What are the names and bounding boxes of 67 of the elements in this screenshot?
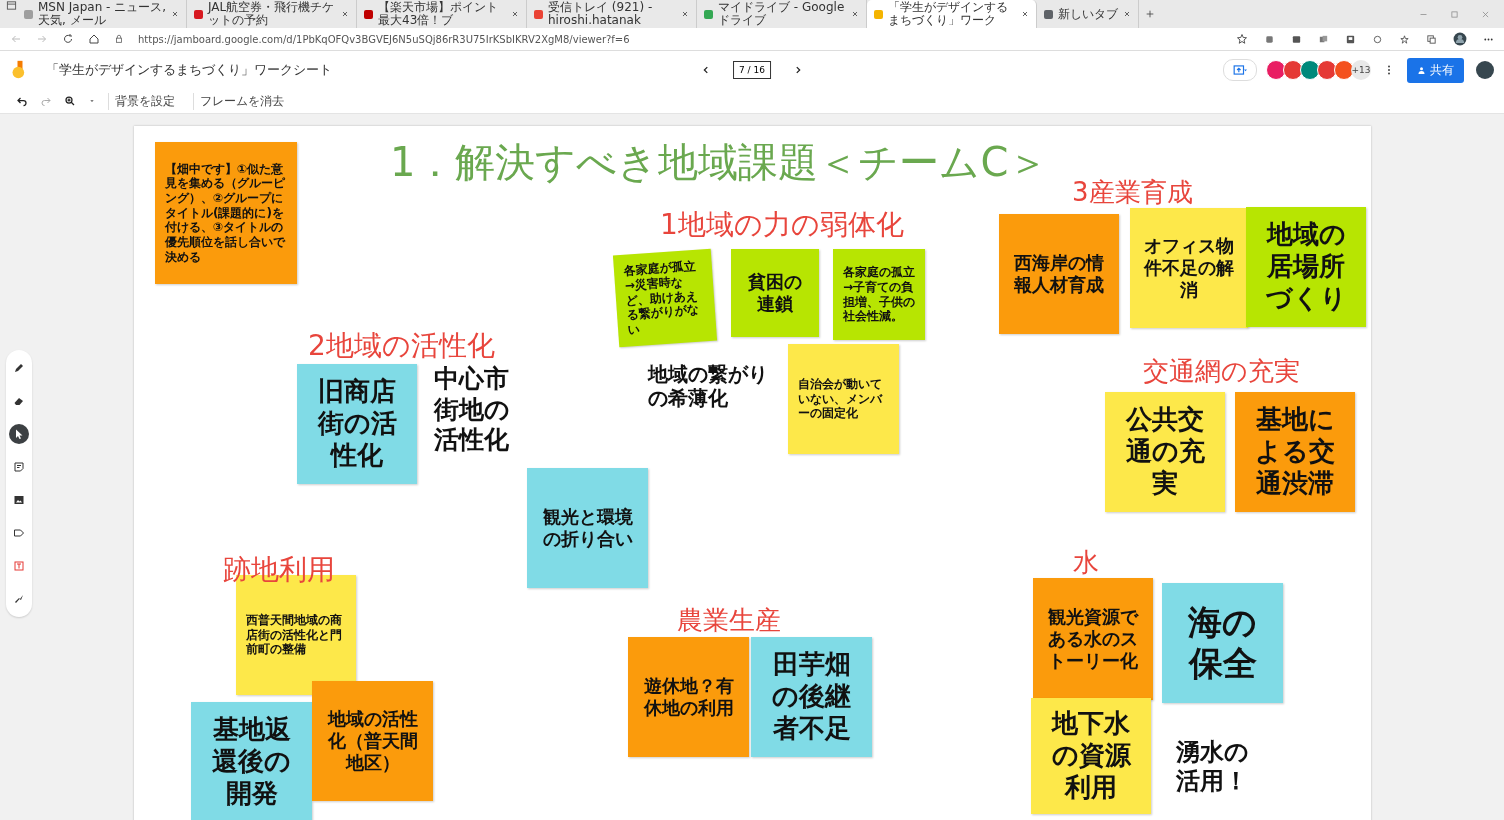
home-icon[interactable] [88,33,100,45]
close-icon[interactable] [511,10,519,18]
sticky-note[interactable]: 基地による交通渋滞 [1235,392,1355,512]
sticky-note[interactable]: 海の保全 [1162,583,1283,703]
heading: 1．解決すべき地域課題＜チームC＞ [390,140,1049,184]
document-title[interactable]: 「学生がデザインするまちづくり」ワークシート [46,61,332,79]
url-text[interactable]: https://jamboard.google.com/d/1PbKqOFQv3BGVEJ6N5uSQj86rR3U75IrKSbIKRV2XgM8/viewer?f=6 [138,33,630,45]
person-icon [1417,65,1426,75]
sticky-note[interactable]: オフィス物件不足の解消 [1130,208,1248,328]
sticky-note[interactable]: 田芋畑の後継者不足 [751,637,872,757]
collaborator-avatar[interactable] [1334,60,1354,80]
star-icon[interactable] [1236,33,1248,45]
text-label: 地域の繋がりの希薄化 [648,362,769,411]
extension-icon[interactable] [1291,33,1302,45]
close-icon[interactable] [171,10,179,18]
sticky-note[interactable]: 観光資源である水のストーリー化 [1033,578,1153,700]
extension-icon[interactable] [1264,33,1275,45]
share-button[interactable]: 共有 [1407,57,1464,83]
reload-icon[interactable] [62,33,74,45]
text-label: 中心市街地の活性化 [434,364,511,456]
heading: 交通網の充実 [1143,357,1300,386]
toolbar-button[interactable]: 背景を設定 [108,92,181,110]
extension-icon[interactable] [1345,33,1356,45]
sticky-note[interactable]: 公共交通の充実 [1105,392,1225,512]
frame-indicator[interactable]: 7 / 16 [733,61,771,79]
undo-icon[interactable] [16,95,28,107]
sticky-note[interactable]: 旧商店街の活性化 [297,364,417,484]
user-avatar[interactable] [1476,61,1494,79]
close-icon[interactable] [341,10,349,18]
sticky-note[interactable]: 西海岸の情報人材育成 [999,214,1119,334]
heading: 2地域の活性化 [308,331,495,362]
sticky-note[interactable]: 各家庭の孤立→子育ての負担増、子供の社会性減。 [833,249,925,340]
more-collaborators[interactable]: +13 [1351,60,1371,80]
text-label: 湧水の活用！ [1176,738,1250,797]
tab-actions-icon[interactable] [6,0,17,11]
profile-avatar-icon[interactable] [1453,32,1467,46]
collaborator-avatar[interactable] [1317,60,1337,80]
extension-icon[interactable] [1318,33,1329,45]
close-icon[interactable] [851,10,859,18]
sticky-note[interactable]: 貧困の連鎖 [731,249,819,337]
sticky-note[interactable]: 基地返還後の開発 [191,702,312,820]
close-icon[interactable] [681,10,689,18]
sticky-note[interactable]: 地域の活性化（普天間地区） [312,681,433,801]
present-button[interactable] [1223,59,1257,81]
sticky-note[interactable]: 観光と環境の折り合い [527,468,648,588]
heading: 3産業育成 [1072,178,1193,207]
sticky-note[interactable]: 【畑中です】①似た意見を集める（グルーピング）、②グループにタイトル(課題的に)を付ける、③タイトルの優先順位を話し合いで決める [155,142,297,284]
sticky-note[interactable]: 遊休地？有休地の利用 [628,637,749,757]
favorites-icon[interactable] [1399,33,1410,45]
collaborator-avatar[interactable] [1283,60,1303,80]
close-icon[interactable] [1123,10,1131,18]
browser-tab[interactable]: 「学生がデザインするまちづくり」ワーク [867,0,1037,28]
new-tab-icon[interactable] [1145,9,1155,19]
sticky-note[interactable]: 地域の居場所づくり [1246,207,1366,327]
sticky-note[interactable]: 地下水の資源利用 [1031,698,1151,814]
heading: 1地域の力の弱体化 [660,210,904,241]
heading: 水 [1073,548,1099,577]
collaborator-avatar[interactable] [1266,60,1286,80]
lock-icon [114,34,124,44]
collaborator-avatar[interactable] [1300,60,1320,80]
sticky-note[interactable]: 自治会が動いていない、メンバーの固定化 [788,344,899,454]
collections-icon[interactable] [1426,33,1437,45]
close-icon[interactable] [1021,10,1029,18]
zoom-icon[interactable] [64,95,76,107]
sticky-note[interactable]: 各家庭が孤立→災害時など、助けあえる繋がりがない [612,248,718,348]
heading: 農業生産 [677,606,781,635]
toolbar-button[interactable]: フレームを消去 [193,92,290,110]
